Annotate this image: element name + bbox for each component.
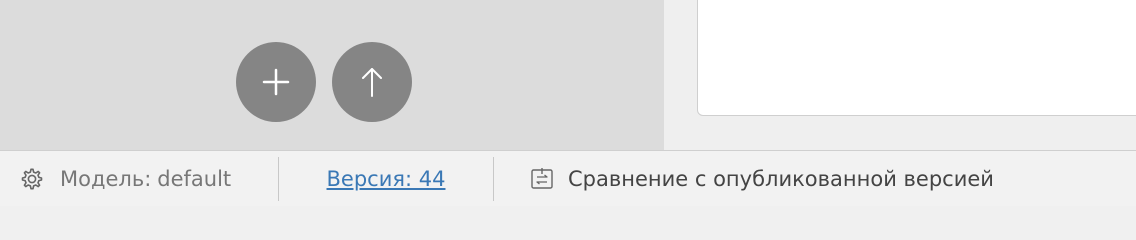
workspace-canvas — [0, 0, 664, 150]
model-label: Модель: — [60, 166, 152, 191]
compare-label: Сравнение с опубликованной версией — [568, 166, 994, 191]
arrow-up-icon — [362, 68, 382, 97]
version-section: Версия: 44 — [279, 151, 493, 206]
compare-icon — [528, 165, 556, 193]
compare-published-button[interactable]: Сравнение с опубликованной версией — [494, 151, 994, 206]
add-button[interactable] — [236, 42, 316, 122]
version-link[interactable]: Версия: 44 — [327, 167, 446, 191]
content-card — [697, 0, 1136, 116]
model-value: default — [157, 166, 232, 191]
app-root: Модель: default Версия: 44 Сравнение с о… — [0, 0, 1136, 206]
model-indicator[interactable]: Модель: default — [0, 151, 278, 206]
gear-icon — [18, 165, 46, 193]
plus-icon — [262, 68, 290, 96]
status-bar: Модель: default Версия: 44 Сравнение с о… — [0, 150, 1136, 206]
upload-button[interactable] — [332, 42, 412, 122]
